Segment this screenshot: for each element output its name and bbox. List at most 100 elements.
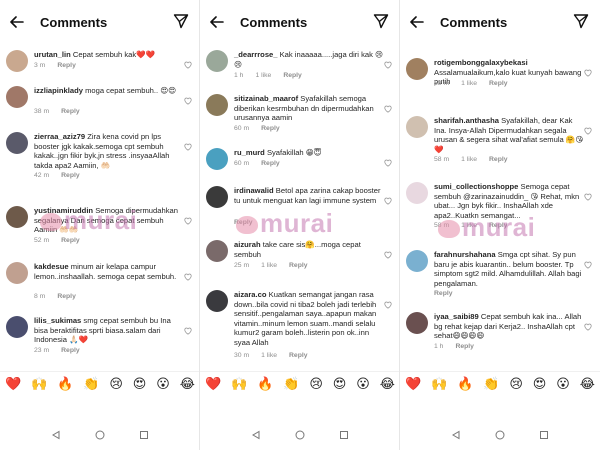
emoji-reaction-button[interactable]: 😂 bbox=[180, 377, 195, 392]
emoji-reaction-button[interactable]: 🔥 bbox=[57, 377, 73, 392]
reply-button[interactable]: Reply bbox=[289, 352, 308, 359]
emoji-reaction-button[interactable]: 🙌 bbox=[231, 377, 247, 392]
send-paper-plane-icon[interactable] bbox=[373, 13, 390, 30]
avatar[interactable] bbox=[206, 240, 228, 262]
comment-username[interactable]: sitizainab_maarof bbox=[234, 94, 298, 103]
circle-home-icon[interactable] bbox=[495, 427, 505, 440]
emoji-reaction-button[interactable]: ❤️ bbox=[405, 377, 421, 392]
heart-outline-icon[interactable] bbox=[184, 56, 192, 69]
comment-username[interactable]: aizara.co bbox=[234, 290, 267, 299]
heart-outline-icon[interactable] bbox=[384, 296, 392, 309]
avatar[interactable] bbox=[6, 50, 28, 72]
emoji-reaction-button[interactable]: 😢 bbox=[509, 377, 523, 392]
comment-likes[interactable]: 1 like bbox=[261, 352, 277, 359]
avatar[interactable] bbox=[406, 250, 428, 272]
reply-button[interactable]: Reply bbox=[261, 160, 280, 167]
reply-button[interactable]: Reply bbox=[61, 172, 80, 179]
square-recents-icon[interactable] bbox=[539, 427, 549, 439]
emoji-reaction-button[interactable]: 😂 bbox=[580, 377, 595, 392]
heart-outline-icon[interactable] bbox=[584, 64, 592, 77]
emoji-reaction-button[interactable]: 😮 bbox=[356, 377, 370, 392]
emoji-reaction-button[interactable]: 😢 bbox=[309, 377, 323, 392]
avatar[interactable] bbox=[206, 94, 228, 116]
avatar[interactable] bbox=[6, 206, 28, 228]
comment-username[interactable]: irdinawalid bbox=[234, 186, 274, 195]
reply-button[interactable]: Reply bbox=[57, 62, 76, 69]
back-arrow-icon[interactable] bbox=[408, 13, 426, 31]
comment-username[interactable]: izzliapinklady bbox=[34, 86, 83, 95]
emoji-reaction-button[interactable]: ❤️ bbox=[205, 377, 221, 392]
comment-username[interactable]: ru_murd bbox=[234, 148, 265, 157]
heart-outline-icon[interactable] bbox=[384, 192, 392, 205]
comment-likes[interactable]: 1 like bbox=[255, 72, 271, 79]
circle-home-icon[interactable] bbox=[95, 427, 105, 440]
avatar[interactable] bbox=[406, 116, 428, 138]
heart-outline-icon[interactable] bbox=[184, 322, 192, 335]
heart-outline-icon[interactable] bbox=[384, 56, 392, 69]
emoji-reaction-button[interactable]: 😮 bbox=[556, 377, 570, 392]
comment-likes[interactable]: 1 like bbox=[261, 262, 277, 269]
avatar[interactable] bbox=[206, 290, 228, 312]
avatar[interactable] bbox=[406, 312, 428, 334]
comment-likes[interactable]: 1 like bbox=[461, 80, 477, 87]
triangle-back-icon[interactable] bbox=[451, 427, 461, 440]
comment-username[interactable]: yustinamiruddin bbox=[34, 206, 93, 215]
emoji-reaction-button[interactable]: ❤️ bbox=[5, 377, 21, 392]
comment-username[interactable]: farahnurshahana bbox=[434, 250, 496, 259]
reply-button[interactable]: Reply bbox=[61, 237, 80, 244]
emoji-reaction-button[interactable]: 😍 bbox=[333, 377, 347, 392]
emoji-reaction-button[interactable]: 😍 bbox=[533, 377, 547, 392]
comment-username[interactable]: sharifah.anthasha bbox=[434, 116, 499, 125]
comment-likes[interactable]: 1 like bbox=[461, 222, 477, 229]
comment-username[interactable]: lilis_sukimas bbox=[34, 316, 81, 325]
comment-likes[interactable]: 1 like bbox=[461, 156, 477, 163]
reply-button[interactable]: Reply bbox=[283, 72, 302, 79]
comment-username[interactable]: urutan_lin bbox=[34, 50, 71, 59]
heart-outline-icon[interactable] bbox=[184, 268, 192, 281]
square-recents-icon[interactable] bbox=[139, 427, 149, 439]
emoji-reaction-button[interactable]: 🔥 bbox=[257, 377, 273, 392]
send-paper-plane-icon[interactable] bbox=[573, 13, 590, 30]
triangle-back-icon[interactable] bbox=[251, 427, 261, 440]
avatar[interactable] bbox=[6, 316, 28, 338]
reply-button[interactable]: Reply bbox=[61, 347, 80, 354]
heart-outline-icon[interactable] bbox=[184, 138, 192, 151]
reply-button[interactable]: Reply bbox=[289, 262, 308, 269]
avatar[interactable] bbox=[406, 58, 428, 80]
heart-outline-icon[interactable] bbox=[584, 318, 592, 331]
reply-button[interactable]: Reply bbox=[489, 156, 508, 163]
reply-button[interactable]: Reply bbox=[434, 290, 453, 297]
avatar[interactable] bbox=[6, 132, 28, 154]
reply-button[interactable]: Reply bbox=[261, 125, 280, 132]
back-arrow-icon[interactable] bbox=[8, 13, 26, 31]
comment-username[interactable]: kakdesue bbox=[34, 262, 69, 271]
emoji-reaction-button[interactable]: 👏 bbox=[83, 377, 99, 392]
back-arrow-icon[interactable] bbox=[208, 13, 226, 31]
reply-button[interactable]: Reply bbox=[57, 293, 76, 300]
circle-home-icon[interactable] bbox=[295, 427, 305, 440]
square-recents-icon[interactable] bbox=[339, 427, 349, 439]
comment-username[interactable]: sumi_collectionshoppe bbox=[434, 182, 518, 191]
reply-button[interactable]: Reply bbox=[234, 219, 253, 226]
comment-username[interactable]: zierraa_aziz79 bbox=[34, 132, 85, 141]
comment-username[interactable]: iyaa_saibi89 bbox=[434, 312, 479, 321]
heart-outline-icon[interactable] bbox=[384, 100, 392, 113]
emoji-reaction-button[interactable]: 😂 bbox=[380, 377, 395, 392]
emoji-reaction-button[interactable]: 👏 bbox=[483, 377, 499, 392]
heart-outline-icon[interactable] bbox=[184, 212, 192, 225]
avatar[interactable] bbox=[406, 182, 428, 204]
reply-button[interactable]: Reply bbox=[489, 80, 508, 87]
emoji-reaction-button[interactable]: 😢 bbox=[109, 377, 123, 392]
avatar[interactable] bbox=[206, 186, 228, 208]
heart-outline-icon[interactable] bbox=[184, 92, 192, 105]
emoji-reaction-button[interactable]: 🙌 bbox=[31, 377, 47, 392]
send-paper-plane-icon[interactable] bbox=[173, 13, 190, 30]
emoji-reaction-button[interactable]: 😍 bbox=[133, 377, 147, 392]
comment-username[interactable]: aizurah bbox=[234, 240, 261, 249]
reply-button[interactable]: Reply bbox=[455, 343, 474, 350]
avatar[interactable] bbox=[6, 86, 28, 108]
heart-outline-icon[interactable] bbox=[384, 154, 392, 167]
emoji-reaction-button[interactable]: 🔥 bbox=[457, 377, 473, 392]
triangle-back-icon[interactable] bbox=[51, 427, 61, 440]
heart-outline-icon[interactable] bbox=[384, 246, 392, 259]
